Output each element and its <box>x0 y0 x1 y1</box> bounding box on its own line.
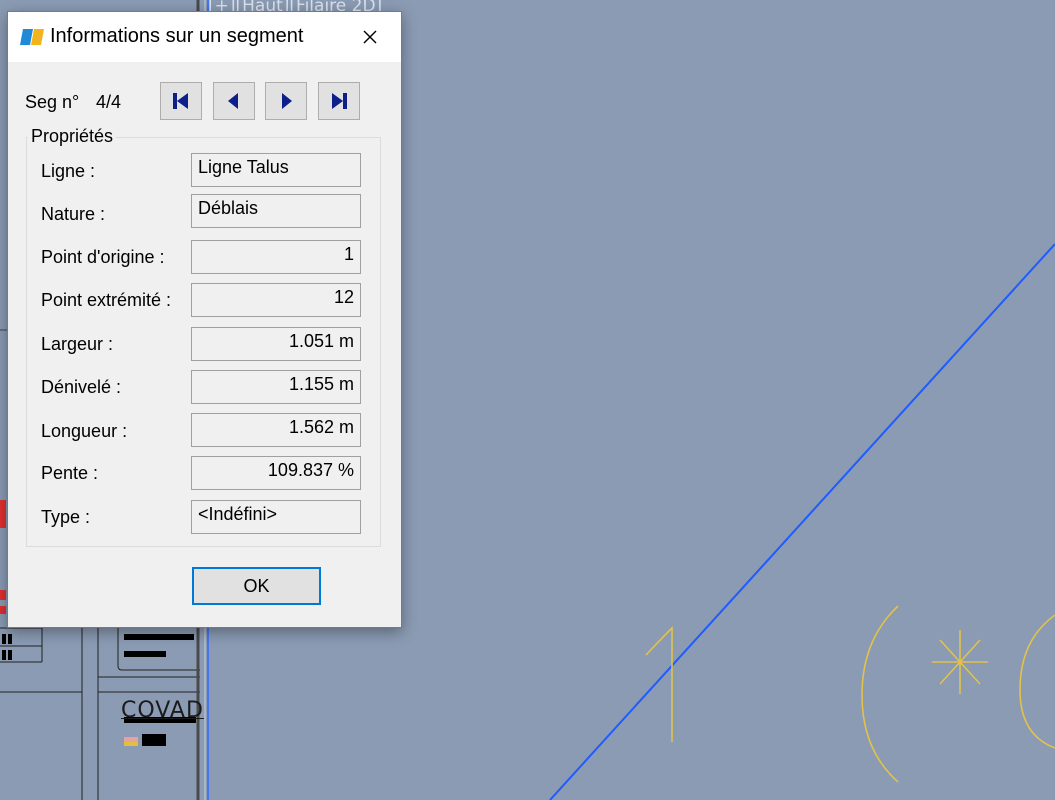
close-icon <box>363 30 377 44</box>
skip-first-icon <box>173 93 188 109</box>
length-field: 1.562 m <box>191 413 361 447</box>
slope-label: Pente : <box>41 463 99 483</box>
ok-button[interactable]: OK <box>192 567 321 605</box>
close-button[interactable] <box>352 20 388 54</box>
nature-label: Nature : <box>41 204 106 224</box>
end-point-field: 12 <box>191 283 361 317</box>
properties-group-title: Propriétés <box>28 126 117 147</box>
end-point-label: Point extrémité : <box>41 290 172 310</box>
previous-segment-button[interactable] <box>213 82 255 120</box>
segment-number-label: Seg n° <box>25 92 80 112</box>
segment-number-value: 4/4 <box>96 92 122 112</box>
origin-point-label: Point d'origine : <box>41 247 165 267</box>
elevation-difference-field: 1.155 m <box>191 370 361 404</box>
type-field: <Indéfini> <box>191 500 361 534</box>
elevation-difference-label: Dénivelé : <box>41 377 122 397</box>
width-field: 1.051 m <box>191 327 361 361</box>
first-segment-button[interactable] <box>160 82 202 120</box>
length-label: Longueur : <box>41 421 128 441</box>
last-segment-button[interactable] <box>318 82 360 120</box>
prev-icon <box>228 93 238 109</box>
next-segment-button[interactable] <box>265 82 307 120</box>
slope-field: 109.837 % <box>191 456 361 490</box>
skip-last-icon <box>332 93 347 109</box>
next-icon <box>282 93 292 109</box>
type-label: Type : <box>41 507 91 527</box>
line-label: Ligne : <box>41 161 96 181</box>
blue-segment-line[interactable] <box>549 243 1055 800</box>
dialog-titlebar[interactable]: Informations sur un segment <box>8 12 401 62</box>
line-field: Ligne Talus <box>191 153 361 187</box>
dialog-title: Informations sur un segment <box>50 25 304 47</box>
origin-point-field: 1 <box>191 240 361 274</box>
drawing-label-covad: COVAD <box>121 698 204 723</box>
width-label: Largeur : <box>41 334 114 354</box>
app-logo-icon <box>20 29 44 45</box>
yellow-sketch-annotation <box>645 605 1055 783</box>
nature-field: Déblais <box>191 194 361 228</box>
segment-info-dialog: Informations sur un segment Seg n° 4/4 P… <box>7 11 402 628</box>
